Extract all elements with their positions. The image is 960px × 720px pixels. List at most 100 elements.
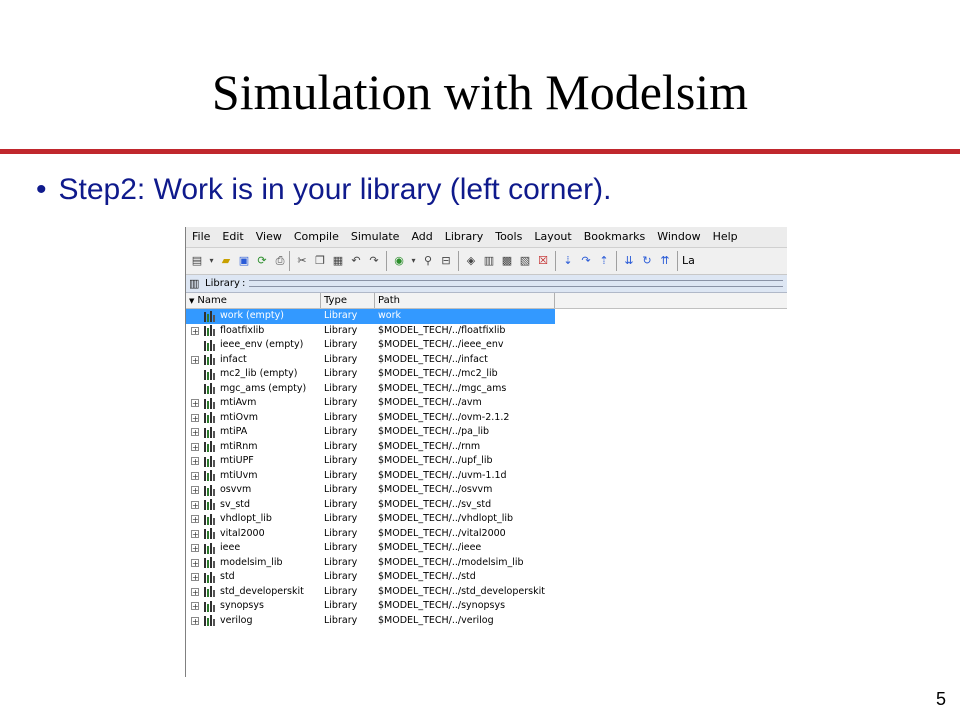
bullet-point: • Step2: Work is in your library (left co… bbox=[36, 170, 611, 210]
library-name-cell: + mtiPA bbox=[186, 425, 321, 440]
library-row[interactable]: + mtiPA Library $MODEL_TECH/../pa_lib bbox=[186, 425, 787, 440]
menu-bar: File Edit View Compile Simulate Add Library Too… bbox=[186, 227, 787, 248]
menu-edit[interactable]: Edit bbox=[216, 227, 249, 247]
paste-icon[interactable]: ▦ bbox=[330, 253, 346, 269]
library-row[interactable]: + synopsys Library $MODEL_TECH/../synopsys bbox=[186, 599, 787, 614]
library-list: work (empty) Library work + floatfixlib Libra… bbox=[186, 309, 787, 628]
expand-icon[interactable]: + bbox=[191, 616, 199, 625]
expand-icon[interactable]: + bbox=[191, 587, 199, 596]
library-row[interactable]: + osvvm Library $MODEL_TECH/../osvvm bbox=[186, 483, 787, 498]
column-name[interactable]: ▼ Name bbox=[186, 293, 321, 308]
library-name: osvvm bbox=[220, 484, 252, 495]
menu-window[interactable]: Window bbox=[651, 227, 706, 247]
library-row[interactable]: + mtiAvm Library $MODEL_TECH/../avm bbox=[186, 396, 787, 411]
cut-icon[interactable]: ✂ bbox=[294, 253, 310, 269]
open-folder-icon[interactable]: ▰ bbox=[218, 253, 234, 269]
library-row[interactable]: mc2_lib (empty) Library $MODEL_TECH/../mc2… bbox=[186, 367, 787, 382]
step-up-icon[interactable]: ⇡ bbox=[596, 253, 612, 269]
redo-icon[interactable]: ↷ bbox=[366, 253, 382, 269]
compile-icon[interactable]: ◈ bbox=[463, 253, 479, 269]
refresh-icon[interactable]: ⟳ bbox=[254, 253, 270, 269]
bullet-text: Step2: Work is in your library (left cor… bbox=[58, 173, 612, 206]
step-down-icon[interactable]: ⇣ bbox=[560, 253, 576, 269]
column-type[interactable]: Type bbox=[321, 293, 375, 308]
compile-out-of-date-icon[interactable]: ▩ bbox=[499, 253, 515, 269]
library-row[interactable]: + vital2000 Library $MODEL_TECH/../vital200… bbox=[186, 527, 787, 542]
break-icon[interactable]: ☒ bbox=[535, 253, 551, 269]
expand-icon[interactable]: + bbox=[191, 558, 199, 567]
undo-icon[interactable]: ↶ bbox=[348, 253, 364, 269]
library-type: Library bbox=[324, 324, 358, 336]
expand-icon[interactable]: + bbox=[191, 529, 199, 538]
expand-placeholder bbox=[191, 312, 199, 320]
library-name-cell: + verilog bbox=[186, 614, 321, 629]
move-down-icon[interactable]: ⇊ bbox=[621, 253, 637, 269]
help-icon[interactable]: ◉ bbox=[391, 253, 407, 269]
library-row[interactable]: + vhdlopt_lib Library $MODEL_TECH/../vhdlop… bbox=[186, 512, 787, 527]
expand-icon[interactable]: + bbox=[191, 326, 199, 335]
menu-library[interactable]: Library bbox=[439, 227, 489, 247]
menu-add[interactable]: Add bbox=[405, 227, 438, 247]
library-row[interactable]: + modelsim_lib Library $MODEL_TECH/../model… bbox=[186, 556, 787, 571]
expand-icon[interactable]: + bbox=[191, 428, 199, 437]
library-name-cell: + vital2000 bbox=[186, 527, 321, 542]
library-row[interactable]: + floatfixlib Library $MODEL_TECH/../floatf… bbox=[186, 324, 787, 339]
expand-icon[interactable]: + bbox=[191, 486, 199, 495]
library-row[interactable]: + mtiOvm Library $MODEL_TECH/../ovm-2.1.2 bbox=[186, 411, 787, 426]
menu-compile[interactable]: Compile bbox=[288, 227, 345, 247]
menu-help[interactable]: Help bbox=[707, 227, 744, 247]
expand-icon[interactable]: + bbox=[191, 602, 199, 611]
menu-layout[interactable]: Layout bbox=[528, 227, 577, 247]
new-file-icon[interactable]: ▤ bbox=[189, 253, 205, 269]
expand-icon[interactable]: + bbox=[191, 471, 199, 480]
library-row[interactable]: + sv_std Library $MODEL_TECH/../sv_std bbox=[186, 498, 787, 513]
print-icon[interactable]: ⎙ bbox=[272, 253, 288, 269]
column-type-label: Type bbox=[324, 295, 347, 306]
expand-icon[interactable]: + bbox=[191, 573, 199, 582]
library-row[interactable]: work (empty) Library work bbox=[186, 309, 787, 324]
expand-icon[interactable]: + bbox=[191, 355, 199, 364]
column-header: ▼ Name Type Path bbox=[186, 293, 787, 309]
library-path: $MODEL_TECH/../floatfixlib bbox=[378, 324, 506, 336]
library-row[interactable]: + std_developerskit Library $MODEL_TECH/../… bbox=[186, 585, 787, 600]
expand-icon[interactable]: + bbox=[191, 544, 199, 553]
collapse-icon[interactable]: ⊟ bbox=[438, 253, 454, 269]
library-row[interactable]: + ieee Library $MODEL_TECH/../ieee bbox=[186, 541, 787, 556]
menu-view[interactable]: View bbox=[250, 227, 288, 247]
library-row[interactable]: mgc_ams (empty) Library $MODEL_TECH/../mgc… bbox=[186, 382, 787, 397]
expand-icon[interactable]: + bbox=[191, 457, 199, 466]
library-row[interactable]: ieee_env (empty) Library $MODEL_TECH/../ie… bbox=[186, 338, 787, 353]
layout-select[interactable]: La bbox=[677, 251, 695, 271]
menu-bookmarks[interactable]: Bookmarks bbox=[578, 227, 651, 247]
save-icon[interactable]: ▣ bbox=[236, 253, 252, 269]
menu-tools[interactable]: Tools bbox=[489, 227, 528, 247]
simulate-icon[interactable]: ▧ bbox=[517, 253, 533, 269]
library-row[interactable]: + mtiUPF Library $MODEL_TECH/../upf_lib bbox=[186, 454, 787, 469]
expand-icon[interactable]: + bbox=[191, 515, 199, 524]
expand-icon[interactable]: + bbox=[191, 442, 199, 451]
column-path[interactable]: Path bbox=[375, 293, 555, 308]
expand-icon[interactable]: + bbox=[191, 413, 199, 422]
library-row[interactable]: + verilog Library $MODEL_TECH/../verilog bbox=[186, 614, 787, 629]
dropdown-arrow-icon[interactable]: ▾ bbox=[207, 253, 216, 269]
compile-all-icon[interactable]: ▥ bbox=[481, 253, 497, 269]
panel-grip[interactable] bbox=[249, 280, 783, 287]
move-up-icon[interactable]: ⇈ bbox=[657, 253, 673, 269]
library-row[interactable]: + mtiRnm Library $MODEL_TECH/../rnm bbox=[186, 440, 787, 455]
library-type: Library bbox=[324, 542, 358, 553]
continue-icon[interactable]: ↻ bbox=[639, 253, 655, 269]
expand-icon[interactable]: + bbox=[191, 399, 199, 408]
copy-icon[interactable]: ❐ bbox=[312, 253, 328, 269]
menu-simulate[interactable]: Simulate bbox=[345, 227, 406, 247]
library-row[interactable]: + infact Library $MODEL_TECH/../infact bbox=[186, 353, 787, 368]
panel-menu-icon[interactable]: : bbox=[240, 278, 245, 289]
find-icon[interactable]: ⚲ bbox=[420, 253, 436, 269]
dropdown-arrow-icon[interactable]: ▾ bbox=[409, 253, 418, 269]
page-number: 5 bbox=[935, 689, 946, 709]
step-over-icon[interactable]: ↷ bbox=[578, 253, 594, 269]
expand-icon[interactable]: + bbox=[191, 500, 199, 509]
menu-file[interactable]: File bbox=[186, 227, 216, 247]
library-row[interactable]: + mtiUvm Library $MODEL_TECH/../uvm-1.1d bbox=[186, 469, 787, 484]
library-row[interactable]: + std Library $MODEL_TECH/../std bbox=[186, 570, 787, 585]
library-type: Library bbox=[324, 614, 358, 626]
